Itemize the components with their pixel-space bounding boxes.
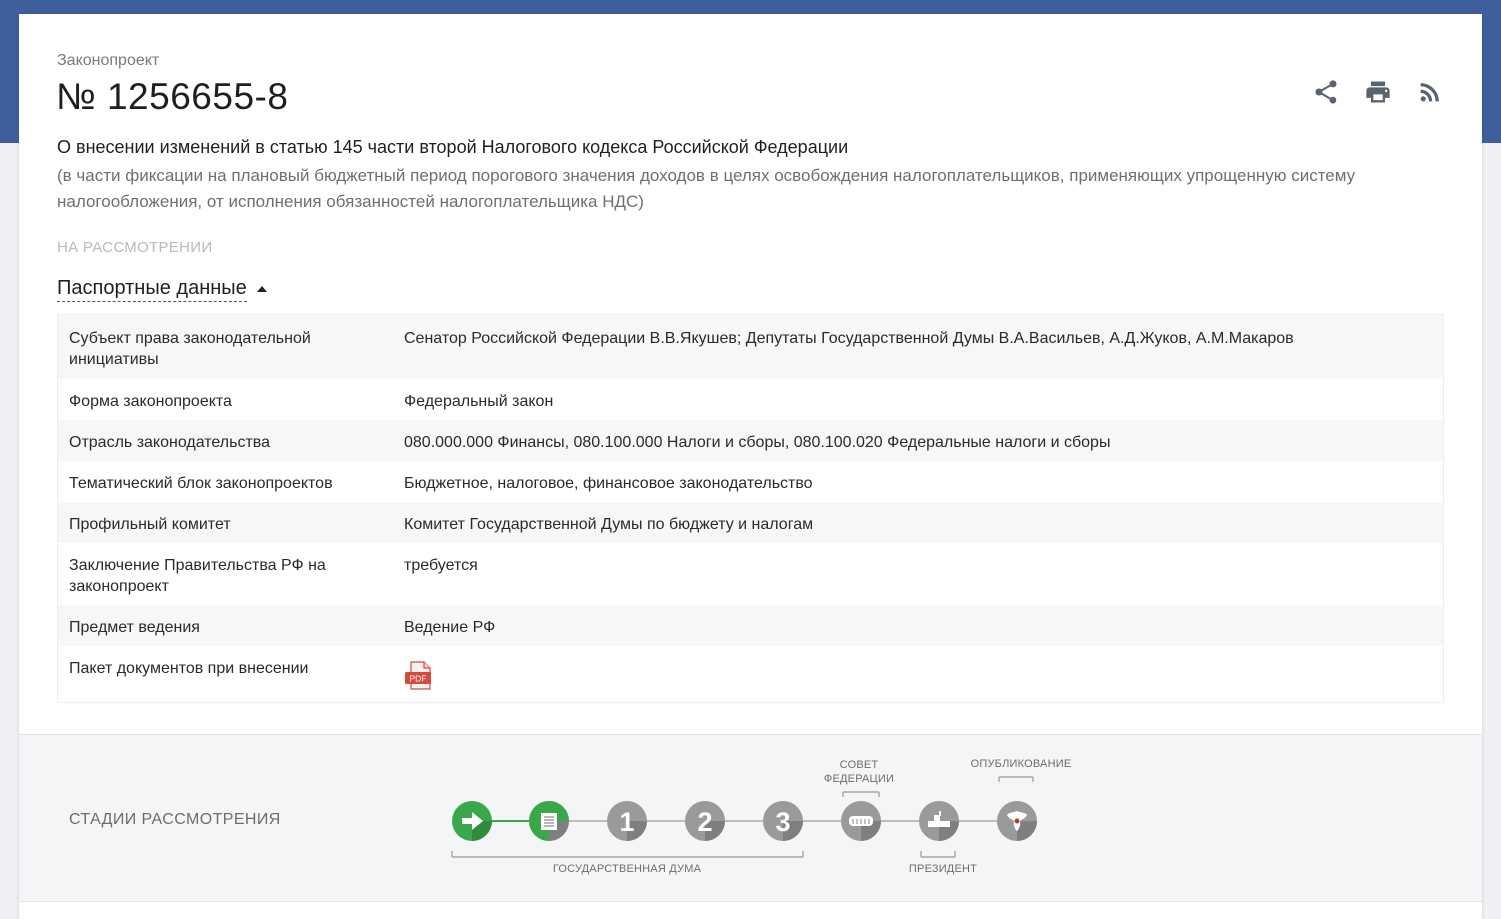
bill-number: № 1256655-8 [56, 76, 289, 117]
pdf-icon-label: PDF [410, 674, 427, 684]
passport-row: Субъект права законодательной инициативы… [58, 315, 1443, 379]
stage-step-reading-3[interactable]: 3 [763, 801, 803, 841]
print-icon[interactable] [1364, 78, 1392, 106]
passport-value: Сенатор Российской Федерации В.В.Якушев;… [404, 330, 1294, 347]
council-icon [849, 816, 873, 826]
stage-step-reading-1[interactable]: 1 [607, 801, 647, 841]
stage-step-president[interactable] [919, 801, 959, 841]
passport-value: Бюджетное, налоговое, финансовое законод… [404, 475, 813, 492]
bill-status: НА РАССМОТРЕНИИ [57, 239, 213, 256]
bill-title: О внесении изменений в статью 145 части … [57, 137, 849, 157]
passport-row: Заключение Правительства РФ на законопро… [58, 543, 1443, 605]
passport-row: Предмет ведения Ведение РФ [58, 605, 1443, 646]
passport-key: Заключение Правительства РФ на законопро… [69, 557, 326, 595]
council-bracket [842, 791, 880, 797]
passport-key: Форма законопроекта [69, 393, 232, 410]
share-icon[interactable] [1312, 78, 1340, 106]
passport-row: Форма законопроекта Федеральный закон [58, 379, 1443, 420]
stages-track: 1 2 3 [451, 776, 1037, 858]
publication-bracket [998, 776, 1034, 782]
passport-row: Пакет документов при внесении PDF [58, 646, 1443, 702]
reading-number: 1 [619, 807, 634, 837]
passport-toggle-label: Паспортные данные [57, 277, 247, 302]
reading-number: 3 [775, 807, 790, 837]
passport-row: Отрасль законодательства 080.000.000 Фин… [58, 420, 1443, 461]
passport-toggle[interactable]: Паспортные данные [57, 277, 267, 302]
passport-value: Комитет Государственной Думы по бюджету … [404, 516, 814, 533]
passport-value: PDF [404, 658, 1443, 702]
passport-key: Предмет ведения [69, 619, 200, 636]
document-icon [541, 813, 557, 830]
passport-row: Тематический блок законопроектов Бюджетн… [58, 461, 1443, 502]
action-icons [1312, 78, 1444, 106]
publication-label: ОПУБЛИКОВАНИЕ [970, 758, 1072, 770]
passport-key: Субъект права законодательной инициативы [69, 330, 311, 368]
stage-step-publication[interactable] [997, 801, 1037, 841]
passport-table: Субъект права законодательной инициативы… [57, 314, 1444, 703]
duma-label: ГОСУДАРСТВЕННАЯ ДУМА [552, 863, 702, 875]
doc-type-label: Законопроект [57, 52, 160, 69]
stage-step-federation-council[interactable] [841, 801, 881, 841]
president-bracket [920, 851, 956, 858]
passport-key: Тематический блок законопроектов [69, 475, 333, 492]
president-label: ПРЕЗИДЕНТ [908, 863, 978, 875]
passport-value: Ведение РФ [404, 619, 496, 636]
duma-bracket [451, 851, 804, 858]
pdf-icon[interactable]: PDF [404, 660, 436, 692]
passport-key: Пакет документов при внесении [69, 660, 309, 677]
bill-card: Законопроект № 1256655-8 О внесении изме… [19, 14, 1482, 919]
passport-key: Профильный комитет [69, 516, 231, 533]
passport-row: Профильный комитет Комитет Государственн… [58, 502, 1443, 543]
passport-key: Отрасль законодательства [69, 434, 270, 451]
stage-step-preliminary[interactable] [529, 801, 569, 841]
passport-value: требуется [404, 557, 478, 574]
passport-value: Федеральный закон [404, 393, 554, 410]
stages-panel: СТАДИИ РАССМОТРЕНИЯ 1 2 3 СОВЕТ ФЕДЕРАЦИ… [19, 734, 1482, 902]
passport-value: 080.000.000 Финансы, 080.100.000 Налоги … [404, 434, 1111, 451]
council-label: СОВЕТ ФЕДЕРАЦИИ [823, 759, 895, 785]
bill-subtitle: (в части фиксации на плановый бюджетный … [57, 166, 1356, 211]
stage-step-reading-2[interactable]: 2 [685, 801, 725, 841]
reading-number: 2 [697, 807, 712, 837]
rss-icon[interactable] [1416, 78, 1444, 106]
caret-up-icon [256, 285, 267, 292]
stage-step-introduction[interactable] [452, 801, 492, 841]
